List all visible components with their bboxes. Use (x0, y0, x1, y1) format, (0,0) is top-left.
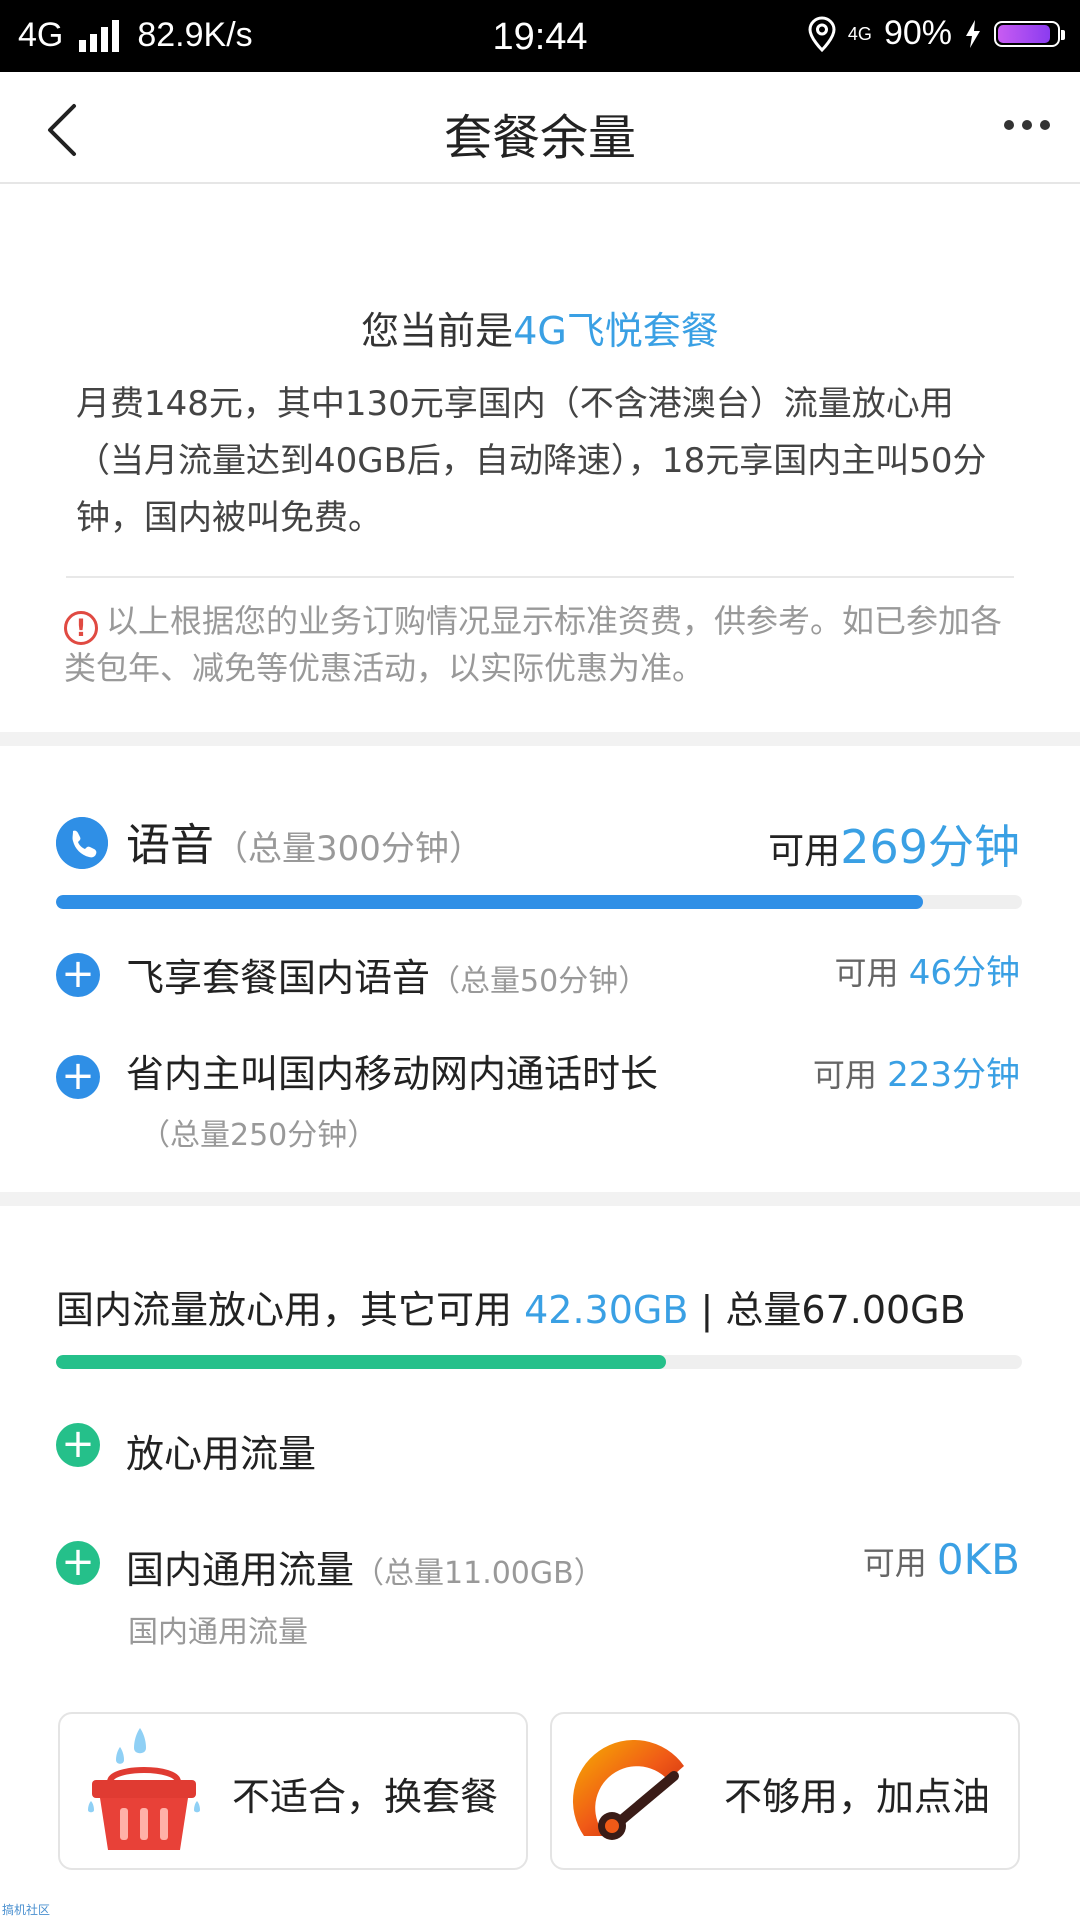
voice-available-label: 可用 (768, 831, 841, 872)
warning-icon: ! (64, 611, 98, 645)
nav-bar: 套餐余量 (0, 72, 1080, 184)
voice-item-1-total: （总量50分钟） (430, 964, 649, 999)
voice-item-1-available: 可用 46分钟 (835, 945, 1020, 994)
data-item-1-name: 放心用流量 (126, 1432, 317, 1476)
voice-item-1-available-label: 可用 (834, 954, 899, 992)
data-summary-prefix: 国内流量放心用，其它可用 (56, 1288, 513, 1332)
status-bar: 4G 82.9K/s 19:44 4G 90% (0, 0, 1080, 72)
plan-name[interactable]: 4G飞悦套餐 (513, 309, 719, 353)
change-plan-button[interactable]: 不适合，换套餐 (58, 1712, 528, 1870)
voice-item-1-name: 飞享套餐国内语音（总量50分钟） (126, 947, 648, 1002)
voice-item-2-available: 可用 223分钟 (813, 1047, 1020, 1096)
data-item-2-available: 可用 0KB (863, 1535, 1020, 1584)
voice-available-value: 269分钟 (840, 820, 1020, 874)
expand-plus-icon[interactable]: + (56, 1055, 100, 1099)
section-divider (0, 1192, 1080, 1206)
data-item-2-total: （总量11.00GB） (354, 1556, 604, 1591)
more-options-icon[interactable] (1004, 120, 1050, 130)
data-progress-fill (56, 1355, 666, 1369)
change-plan-label: 不适合，换套餐 (232, 1775, 499, 1819)
plan-note-text: 以上根据您的业务订购情况显示标准资费，供参考。如已参加各类包年、减免等优惠活动，… (64, 602, 1003, 687)
network-type-right: 4G (847, 23, 872, 44)
expand-plus-icon[interactable]: + (56, 1541, 100, 1585)
plan-note: ! 以上根据您的业务订购情况显示标准资费，供参考。如已参加各类包年、减免等优惠活动… (64, 598, 1024, 691)
location-icon (808, 15, 836, 52)
add-data-button[interactable]: 不够用，加点油 (550, 1712, 1020, 1870)
data-item-2-sub: 国内通用流量 (128, 1615, 308, 1650)
voice-available: 可用269分钟 (768, 811, 1020, 877)
battery-icon (994, 20, 1065, 47)
data-available-value: 42.30GB (524, 1288, 689, 1332)
voice-section: 语音（总量300分钟） 可用269分钟 + 飞享套餐国内语音（总量50分钟） 可… (0, 745, 1080, 1190)
basket-icon (88, 1728, 200, 1850)
voice-item-2-available-value: 223分钟 (887, 1055, 1020, 1095)
voice-item-2-total: （总量250分钟） (140, 1118, 378, 1153)
voice-progress-fill (56, 895, 923, 909)
phone-icon (56, 817, 108, 869)
voice-item-2-name: 省内主叫国内移动网内通话时长 (126, 1052, 659, 1096)
page-title: 套餐余量 (443, 110, 636, 166)
voice-total: （总量300分钟） (214, 829, 483, 869)
voice-title-text: 语音 (126, 820, 214, 871)
action-cards: 不适合，换套餐 不够用，加点油 (0, 1710, 1080, 1880)
data-item-2-name: 国内通用流量（总量11.00GB） (126, 1539, 604, 1594)
plan-prefix: 您当前是 (361, 309, 514, 353)
voice-progress-track (56, 895, 1022, 909)
voice-title: 语音（总量300分钟） (126, 809, 483, 873)
data-progress-track (56, 1355, 1022, 1369)
watermark: 搞机社区 (2, 1903, 51, 1917)
expand-plus-icon[interactable]: + (56, 953, 100, 997)
plan-info: 您当前是4G飞悦套餐 月费148元，其中130元享国内（不含港澳台）流量放心用（… (0, 184, 1080, 730)
data-item-2-available-value: 0KB (936, 1535, 1020, 1584)
speedometer-icon (572, 1739, 684, 1840)
section-divider (0, 732, 1080, 746)
expand-plus-icon[interactable]: + (56, 1423, 100, 1467)
data-total: | 总量67.00GB (700, 1288, 966, 1332)
data-section: 国内流量放心用，其它可用 42.30GB | 总量67.00GB + 放心用流量… (0, 1205, 1080, 1705)
add-data-label: 不够用，加点油 (724, 1775, 991, 1819)
plan-description: 月费148元，其中130元享国内（不含港澳台）流量放心用（当月流量达到40GB后… (76, 384, 987, 538)
data-summary: 国内流量放心用，其它可用 42.30GB | 总量67.00GB (56, 1279, 966, 1334)
voice-item-2-available-label: 可用 (812, 1056, 877, 1094)
charging-icon (966, 19, 980, 48)
voice-item-1-available-value: 46分钟 (908, 953, 1020, 993)
plan-headline: 您当前是4G飞悦套餐 (0, 300, 1080, 355)
data-item-2-available-label: 可用 (862, 1544, 927, 1582)
data-item-2-label: 国内通用流量 (126, 1548, 355, 1592)
divider (66, 576, 1014, 578)
battery-percent: 90% (883, 14, 952, 52)
voice-item-1-label: 飞享套餐国内语音 (126, 956, 431, 1000)
